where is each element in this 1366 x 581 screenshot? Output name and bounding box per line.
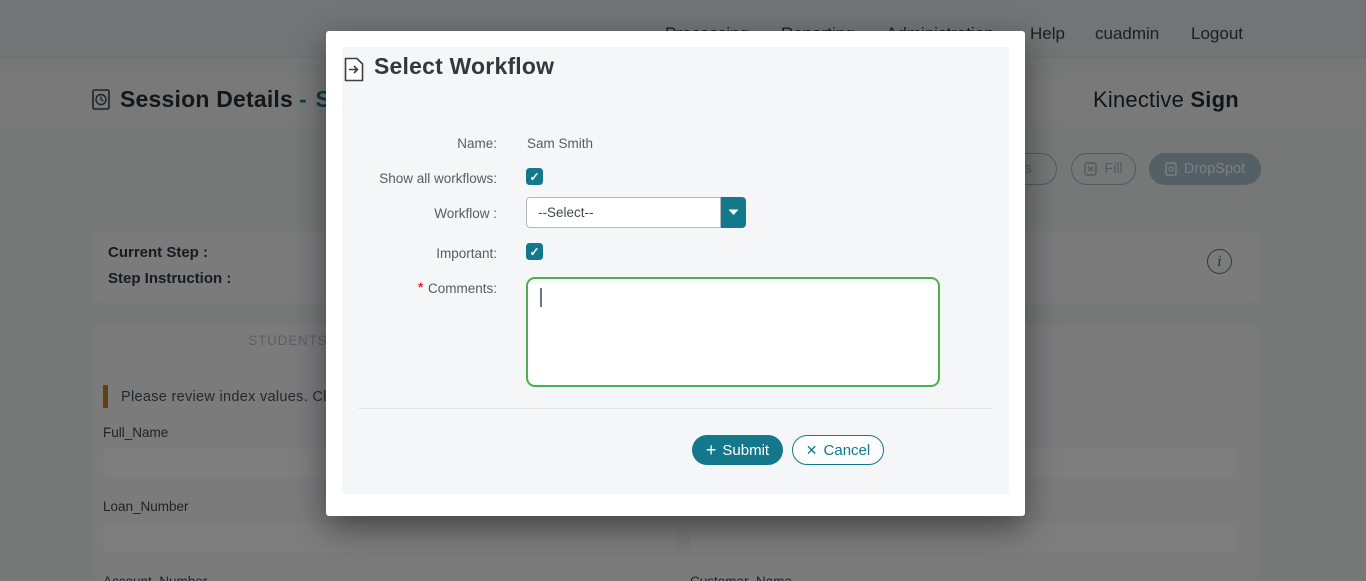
check-icon: ✓: [529, 246, 539, 258]
comments-label: Comments:: [357, 281, 497, 296]
cancel-button-label: Cancel: [824, 442, 871, 459]
plus-icon: +: [706, 441, 717, 459]
dialog-divider: [358, 408, 992, 409]
check-icon: ✓: [529, 171, 539, 183]
cancel-button[interactable]: ✕ Cancel: [792, 435, 884, 465]
submit-button-label: Submit: [722, 442, 769, 459]
workflow-select-value: --Select--: [538, 205, 594, 220]
comments-textarea[interactable]: [526, 277, 940, 387]
important-label: Important:: [357, 246, 497, 261]
workflow-label: Workflow :: [357, 206, 497, 221]
workflow-dialog-icon: [344, 57, 364, 82]
dialog-title: Select Workflow: [374, 53, 554, 80]
text-caret: [540, 288, 542, 307]
select-workflow-dialog: Select Workflow Name: Sam Smith Show all…: [326, 31, 1025, 516]
close-icon: ✕: [806, 443, 818, 457]
chevron-down-icon[interactable]: [721, 197, 746, 228]
workflow-select[interactable]: --Select--: [526, 197, 746, 228]
submit-button[interactable]: + Submit: [692, 435, 783, 465]
name-value: Sam Smith: [527, 136, 593, 151]
name-label: Name:: [357, 136, 497, 151]
show-all-workflows-checkbox[interactable]: ✓: [526, 168, 543, 185]
dialog-panel: [342, 47, 1009, 494]
show-all-workflows-label: Show all workflows:: [357, 171, 497, 186]
important-checkbox[interactable]: ✓: [526, 243, 543, 260]
